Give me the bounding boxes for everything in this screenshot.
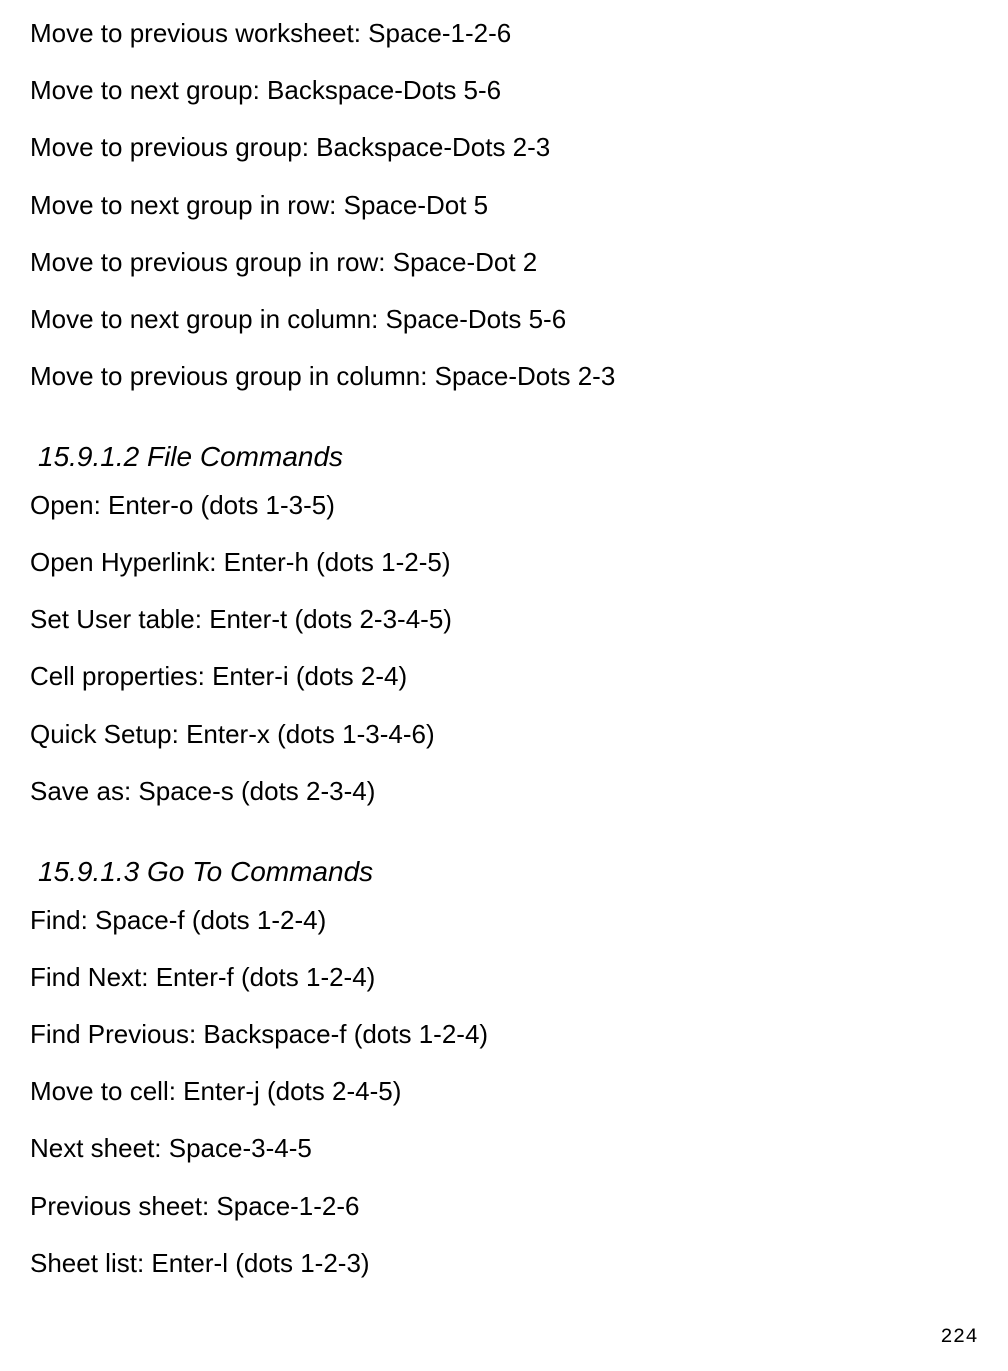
command-line: Move to next group in row: Space-Dot 5 xyxy=(30,190,974,221)
command-line: Cell properties: Enter-i (dots 2-4) xyxy=(30,661,974,692)
command-line: Find Previous: Backspace-f (dots 1-2-4) xyxy=(30,1019,974,1050)
command-line: Set User table: Enter-t (dots 2-3-4-5) xyxy=(30,604,974,635)
page-number: 224 xyxy=(940,1326,978,1349)
command-line: Move to next group: Backspace-Dots 5-6 xyxy=(30,75,974,106)
command-line: Move to next group in column: Space-Dots… xyxy=(30,304,974,335)
command-line: Save as: Space-s (dots 2-3-4) xyxy=(30,776,974,807)
command-line: Quick Setup: Enter-x (dots 1-3-4-6) xyxy=(30,719,974,750)
document-page: Move to previous worksheet: Space-1-2-6 … xyxy=(0,0,1008,1371)
command-line: Move to previous group in column: Space-… xyxy=(30,361,974,392)
command-line: Move to previous group in row: Space-Dot… xyxy=(30,247,974,278)
command-line: Find Next: Enter-f (dots 1-2-4) xyxy=(30,962,974,993)
command-line: Find: Space-f (dots 1-2-4) xyxy=(30,905,974,936)
command-line: Open Hyperlink: Enter-h (dots 1-2-5) xyxy=(30,547,974,578)
command-line: Move to previous worksheet: Space-1-2-6 xyxy=(30,18,974,49)
command-line: Open: Enter-o (dots 1-3-5) xyxy=(30,490,974,521)
command-line: Move to previous group: Backspace-Dots 2… xyxy=(30,132,974,163)
command-line: Next sheet: Space-3-4-5 xyxy=(30,1133,974,1164)
command-line: Move to cell: Enter-j (dots 2-4-5) xyxy=(30,1076,974,1107)
command-line: Sheet list: Enter-l (dots 1-2-3) xyxy=(30,1248,974,1279)
section-heading-goto-commands: 15.9.1.3 Go To Commands xyxy=(38,855,974,889)
section-heading-file-commands: 15.9.1.2 File Commands xyxy=(38,440,974,474)
command-line: Previous sheet: Space-1-2-6 xyxy=(30,1191,974,1222)
